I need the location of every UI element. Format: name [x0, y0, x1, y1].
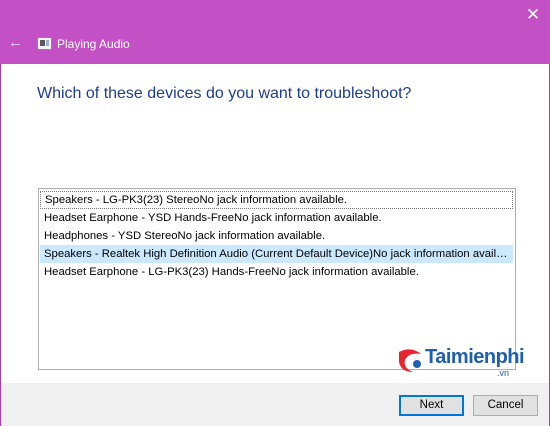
footer-bar: Next Cancel	[1, 383, 549, 426]
window-border-left	[0, 64, 1, 426]
device-list-item[interactable]: Headset Earphone - LG-PK3(23) Hands-Free…	[40, 263, 513, 281]
back-arrow-icon[interactable]: ←	[8, 34, 26, 52]
close-icon[interactable]: ✕	[522, 4, 544, 26]
device-list-item[interactable]: Headphones - YSD StereoNo jack informati…	[40, 227, 513, 245]
page-heading: Which of these devices do you want to tr…	[37, 85, 412, 102]
device-list-item[interactable]: Headset Earphone - YSD Hands-FreeNo jack…	[40, 209, 513, 227]
cancel-button[interactable]: Cancel	[473, 395, 538, 416]
troubleshooter-app-icon	[37, 37, 52, 50]
next-button[interactable]: Next	[399, 395, 464, 416]
device-list-item[interactable]: Speakers - LG-PK3(23) StereoNo jack info…	[40, 191, 513, 209]
title-bar: ✕ ← Playing Audio	[0, 0, 550, 64]
logo-swoosh-icon	[399, 349, 421, 372]
watermark-brand: Taimienphi	[425, 346, 525, 368]
watermark-suffix: .vn	[497, 368, 510, 378]
window-title: Playing Audio	[57, 37, 130, 51]
watermark-logo: Taimienphi .vn	[395, 346, 545, 386]
device-list[interactable]: Speakers - LG-PK3(23) StereoNo jack info…	[38, 188, 516, 370]
device-list-item[interactable]: Speakers - Realtek High Definition Audio…	[40, 245, 513, 263]
